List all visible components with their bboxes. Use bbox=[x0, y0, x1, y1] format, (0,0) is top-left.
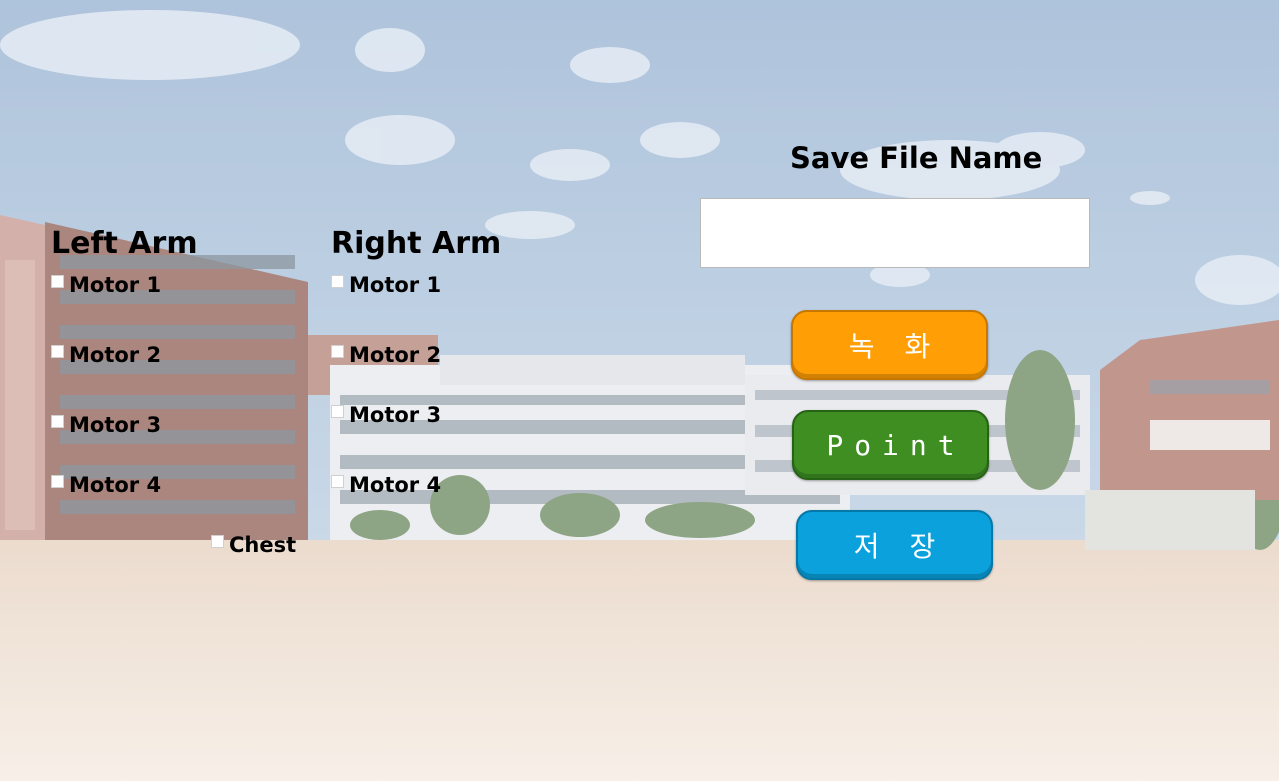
save-button[interactable]: 저장 bbox=[796, 510, 993, 580]
background-photo bbox=[0, 0, 1279, 781]
right-arm-motor-1-checkbox[interactable] bbox=[331, 274, 344, 288]
left-arm-motor-4-checkbox[interactable] bbox=[51, 474, 64, 488]
right-arm-motor-1[interactable]: Motor 1 bbox=[331, 273, 441, 297]
chest-checkbox[interactable] bbox=[211, 534, 224, 548]
left-arm-motor-2-checkbox[interactable] bbox=[51, 344, 64, 358]
left-arm-motor-4[interactable]: Motor 4 bbox=[51, 473, 161, 497]
save-file-name-input[interactable] bbox=[700, 198, 1090, 268]
right-arm-motor-3[interactable]: Motor 3 bbox=[331, 403, 441, 427]
right-arm-motor-4-label: Motor 4 bbox=[349, 473, 442, 497]
point-button[interactable]: Point bbox=[792, 410, 989, 480]
left-arm-title: Left Arm bbox=[51, 226, 198, 261]
chest-option[interactable]: Chest bbox=[211, 533, 296, 557]
left-arm-motor-1[interactable]: Motor 1 bbox=[51, 273, 161, 297]
record-button[interactable]: 녹화 bbox=[791, 310, 988, 380]
right-arm-motor-2[interactable]: Motor 2 bbox=[331, 343, 441, 367]
left-arm-motor-3-checkbox[interactable] bbox=[51, 414, 64, 428]
save-button-label: 저장 bbox=[853, 530, 966, 563]
left-arm-motor-3[interactable]: Motor 3 bbox=[51, 413, 161, 437]
right-arm-motor-4-checkbox[interactable] bbox=[331, 474, 344, 488]
right-arm-motor-2-label: Motor 2 bbox=[349, 343, 442, 367]
right-arm-title: Right Arm bbox=[331, 226, 502, 261]
left-arm-motor-2-label: Motor 2 bbox=[69, 343, 162, 367]
chest-label: Chest bbox=[229, 533, 297, 557]
left-arm-motor-4-label: Motor 4 bbox=[69, 473, 162, 497]
left-arm-motor-1-checkbox[interactable] bbox=[51, 274, 64, 288]
left-arm-motor-2[interactable]: Motor 2 bbox=[51, 343, 161, 367]
right-arm-motor-2-checkbox[interactable] bbox=[331, 344, 344, 358]
left-arm-motor-1-label: Motor 1 bbox=[69, 273, 162, 297]
right-arm-motor-3-label: Motor 3 bbox=[349, 403, 442, 427]
right-arm-motor-3-checkbox[interactable] bbox=[331, 404, 344, 418]
record-button-label: 녹화 bbox=[848, 330, 961, 363]
right-arm-motor-1-label: Motor 1 bbox=[349, 273, 442, 297]
save-file-name-title: Save File Name bbox=[790, 141, 1043, 175]
right-arm-motor-4[interactable]: Motor 4 bbox=[331, 473, 441, 497]
left-arm-motor-3-label: Motor 3 bbox=[69, 413, 162, 437]
point-button-label: Point bbox=[826, 428, 966, 462]
